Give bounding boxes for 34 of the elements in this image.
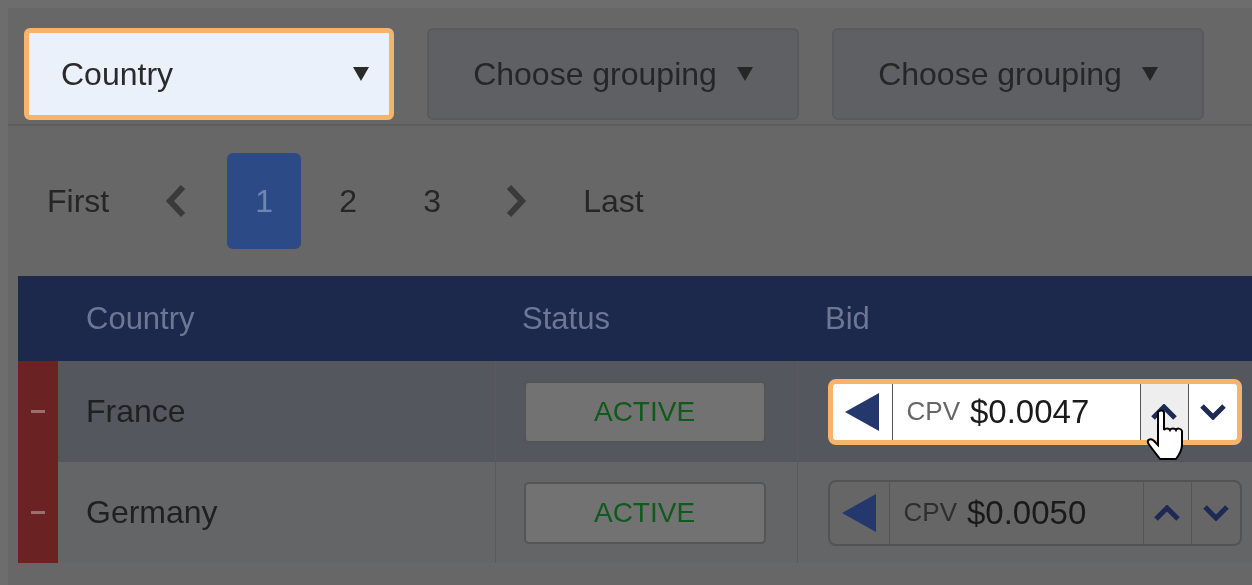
bid-stepper[interactable]: CPV $0.0050 [827, 479, 1242, 546]
chevron-left-icon[interactable] [165, 184, 188, 218]
chevron-down-icon [1199, 403, 1226, 420]
grouping-dropdown[interactable]: Choose grouping [427, 28, 799, 120]
status-button[interactable]: ACTIVE [523, 380, 766, 443]
column-header: Status [495, 276, 798, 361]
bid-value: $0.0050 [967, 493, 1087, 532]
chevron-right-icon[interactable] [505, 184, 528, 218]
triangle-left-icon [845, 392, 880, 431]
grouping-dropdown[interactable]: Country [24, 28, 394, 120]
bid-value: $0.0047 [970, 392, 1090, 431]
page-button[interactable]: 1 [227, 153, 302, 249]
column-header: Bid [797, 276, 1252, 361]
caret-icon [353, 67, 369, 81]
caret-icon [1141, 67, 1158, 81]
table-cell: Germany [58, 462, 496, 563]
page-button[interactable]: 2 [311, 153, 386, 249]
caret-icon [736, 67, 753, 81]
column-header: Country [18, 276, 496, 361]
chevron-down-icon [1202, 504, 1229, 521]
grouping-dropdown[interactable]: Choose grouping [832, 28, 1204, 120]
table-cell: France [58, 361, 496, 462]
last-link[interactable]: Last [583, 182, 644, 220]
chevron-up-icon [1154, 504, 1181, 521]
row-marker[interactable] [18, 462, 58, 563]
row-marker[interactable] [18, 361, 58, 462]
page-button[interactable]: 3 [395, 153, 470, 249]
chevron-up-icon [1151, 403, 1178, 420]
bid-type: CPV [903, 497, 957, 528]
triangle-left-icon [842, 493, 877, 532]
bid-type: CPV [906, 396, 960, 427]
first-link[interactable]: First [47, 182, 110, 220]
bid-stepper[interactable]: CPV $0.0047 [827, 378, 1242, 445]
status-button[interactable]: ACTIVE [523, 481, 766, 544]
